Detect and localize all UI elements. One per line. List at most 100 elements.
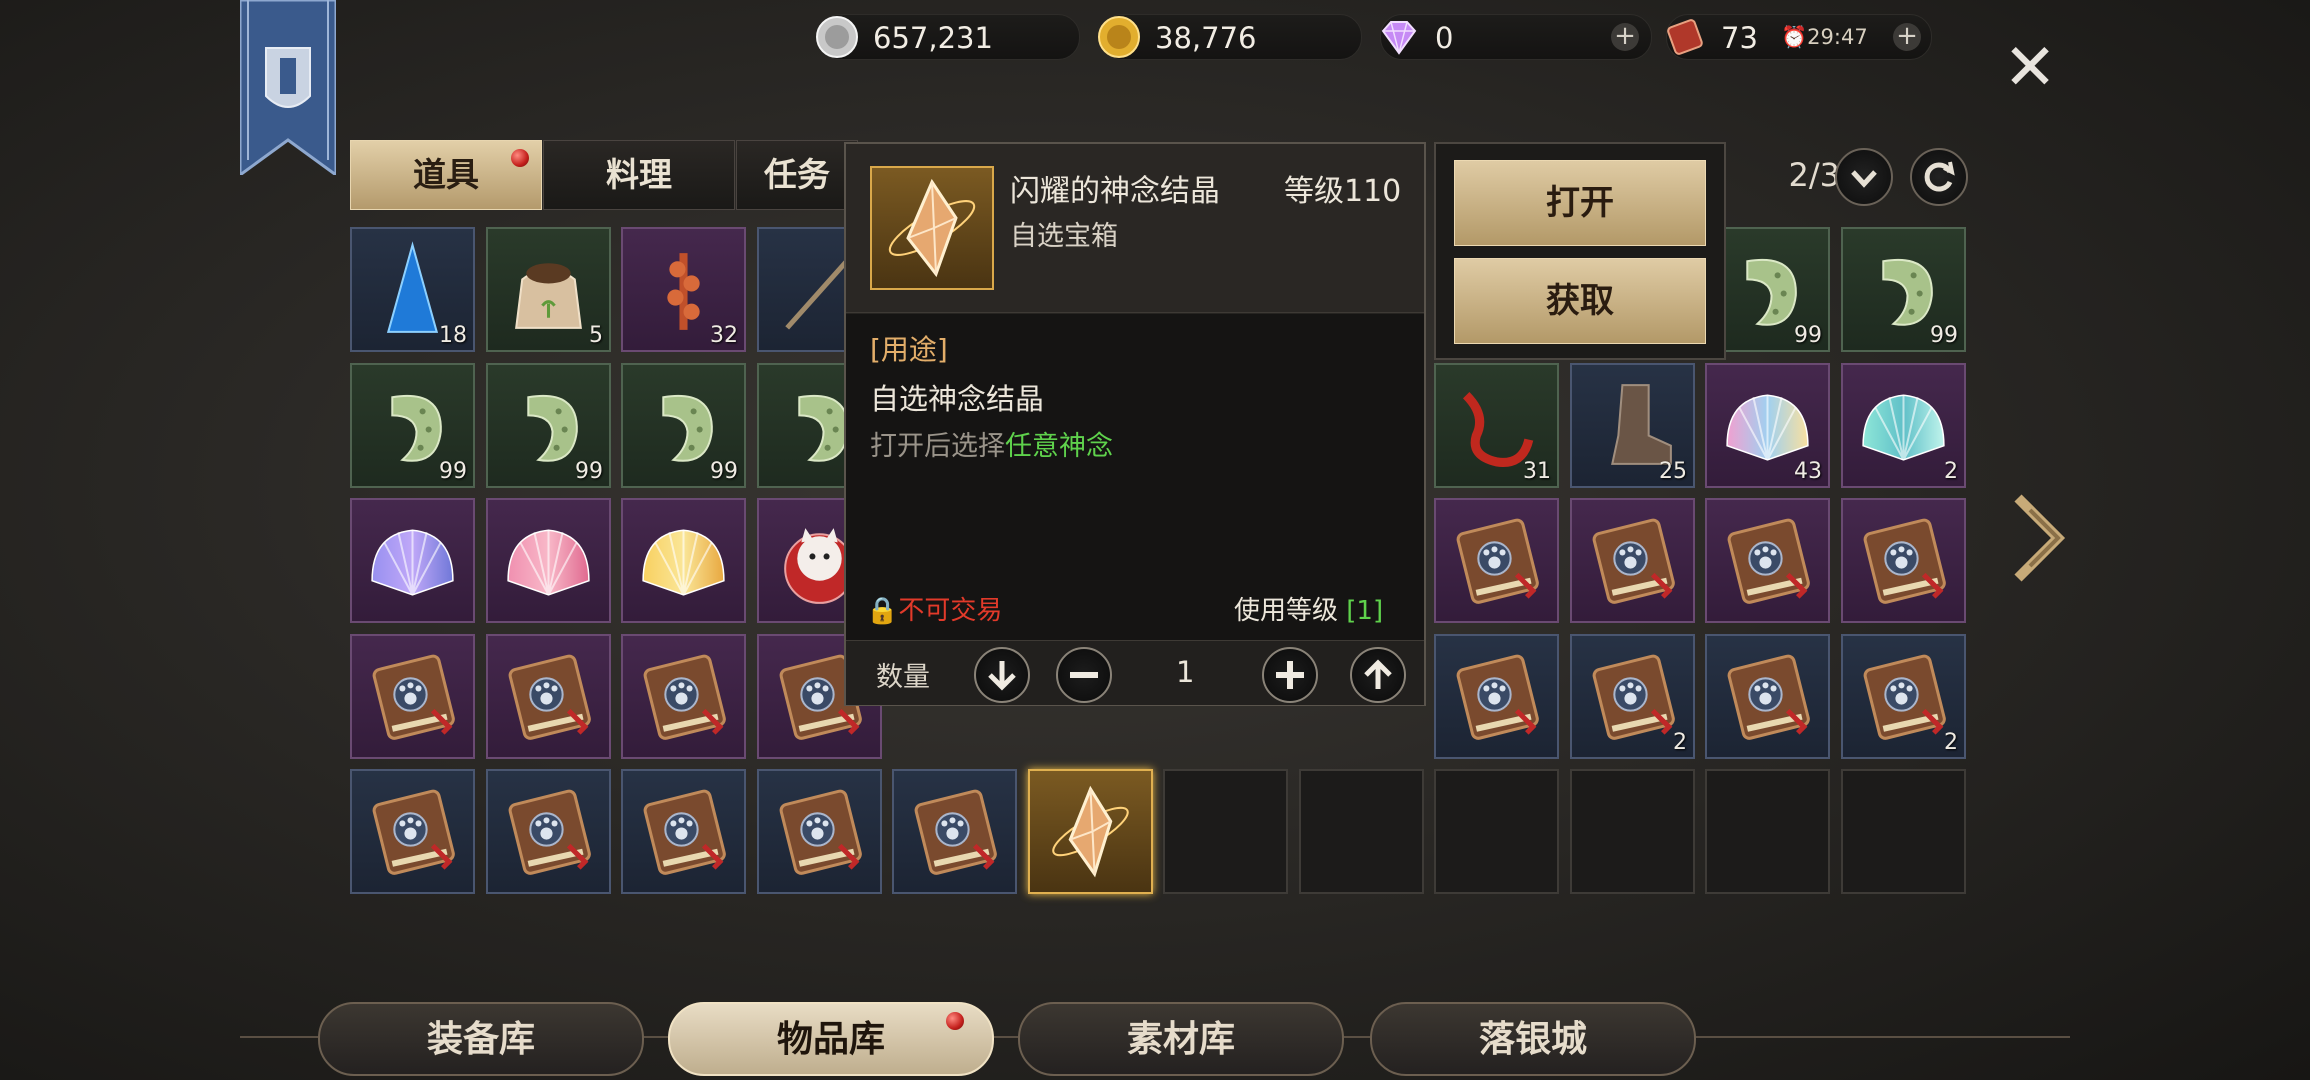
inventory-slot[interactable] [1434,498,1559,623]
inventory-slot[interactable]: 2 [1841,634,1966,759]
paw-book-icon [914,789,997,875]
add-stamina-button[interactable]: + [1893,23,1921,51]
paw-book-icon [1456,518,1539,604]
inventory-slot[interactable] [757,769,882,894]
increase-quantity-button[interactable] [1262,647,1318,703]
tab-quest[interactable]: 任务 [736,140,858,210]
diamond-currency: 0 + [1380,14,1652,60]
usage-description: 打开后选择任意神念 [870,424,1113,463]
inventory-slot[interactable]: 2 [1570,634,1695,759]
seed-bag-icon [515,263,582,329]
tab-material-storage[interactable]: 素材库 [1018,1002,1344,1076]
obtain-button[interactable]: 获取 [1454,258,1706,344]
inventory-slot[interactable]: 32 [621,227,746,352]
inventory-slot[interactable] [1570,498,1695,623]
item-detail-popup: 闪耀的神念结晶 等级110 自选宝箱 [用途] 自选神念结晶 打开后选择任意神念… [844,142,1426,706]
min-quantity-button[interactable] [974,647,1030,703]
empty-slot [1434,769,1559,894]
usage-title: [用途] [870,333,948,366]
inventory-slot[interactable] [1841,498,1966,623]
inventory-slot[interactable] [621,498,746,623]
tab-items-label: 道具 [413,155,479,194]
notification-badge [511,149,529,167]
close-icon[interactable]: ✕ [2000,36,2060,100]
inventory-slot[interactable]: 99 [350,363,475,488]
stamina-scroll-icon [1667,19,1703,55]
item-count: 2 [1673,730,1687,755]
inventory-slot[interactable] [1705,634,1830,759]
minus-icon [1070,672,1098,678]
item-count: 99 [710,459,738,484]
golden-shell-icon [642,529,725,596]
paw-book-icon [1592,654,1675,740]
inventory-slot[interactable] [1705,498,1830,623]
item-count: 25 [1659,459,1687,484]
inventory-slot[interactable] [486,769,611,894]
inventory-slot-selected[interactable] [1028,769,1153,894]
inventory-slot[interactable]: 99 [486,363,611,488]
silver-currency: 657,231 [816,14,1080,60]
next-page-arrow-icon[interactable] [2008,488,2068,588]
add-diamond-button[interactable]: + [1611,23,1639,51]
decrease-quantity-button[interactable] [1056,647,1112,703]
inventory-slot[interactable]: 5 [486,227,611,352]
use-level-value: [1] [1346,596,1384,626]
inventory-slot[interactable]: 2 [1841,363,1966,488]
inventory-slot[interactable]: 18 [350,227,475,352]
inventory-slot[interactable] [1434,634,1559,759]
tab-item-storage[interactable]: 物品库 [668,1002,994,1076]
item-count: 32 [710,323,738,348]
violet-shell-icon [371,529,454,596]
quantity-value[interactable]: 1 [1176,655,1194,689]
gold-amount: 38,776 [1155,21,1257,55]
usage-name: 自选神念结晶 [870,382,1045,416]
item-count: 99 [1930,323,1958,348]
paw-book-icon [1456,654,1539,740]
inventory-slot[interactable] [621,634,746,759]
max-quantity-button[interactable] [1350,647,1406,703]
page-indicator: 2/3 [1788,156,1841,194]
inventory-slot[interactable] [486,498,611,623]
paw-book-icon [372,654,455,740]
inventory-slot[interactable] [350,634,475,759]
open-button[interactable]: 打开 [1454,160,1706,246]
empty-slot [1705,769,1830,894]
inventory-slot[interactable] [350,498,475,623]
item-count: 2 [1944,459,1958,484]
inventory-slot[interactable]: 99 [621,363,746,488]
item-count: 99 [1794,323,1822,348]
inventory-slot[interactable]: 99 [1841,227,1966,352]
tab-luoyin-city[interactable]: 落银城 [1370,1002,1696,1076]
empty-slot [1163,769,1288,894]
inventory-slot[interactable] [486,634,611,759]
quantity-stepper: 数量 1 [846,640,1424,705]
tab-item-storage-label: 物品库 [776,1018,885,1060]
inventory-slot[interactable] [892,769,1017,894]
item-count: 18 [439,323,467,348]
action-panel: 打开 获取 [1434,142,1726,360]
item-count: 43 [1794,459,1822,484]
refresh-button[interactable] [1910,148,1968,206]
usage-desc-prefix: 打开后选择 [870,431,1005,462]
paw-book-icon [1863,518,1946,604]
gold-coin-icon [1098,16,1140,58]
inventory-slot[interactable]: 31 [1434,363,1559,488]
silver-coin-icon [816,16,858,58]
tab-cooking[interactable]: 料理 [543,140,735,210]
use-level: 使用等级 [1] [1234,590,1383,627]
inventory-slot[interactable] [621,769,746,894]
diamond-icon [1381,21,1417,55]
guild-banner-icon[interactable] [240,0,336,175]
popup-body: [用途] 自选神念结晶 打开后选择任意神念 🔒不可交易 使用等级 [1] [846,314,1424,640]
inventory-slot[interactable] [350,769,475,894]
inventory-slot[interactable]: 25 [1570,363,1695,488]
crystal-shard-icon [870,166,994,290]
paw-book-icon [1863,654,1946,740]
stamina-timer-value: 29:47 [1807,25,1868,49]
page-dropdown-button[interactable] [1835,148,1893,206]
paw-book-icon [1727,654,1810,740]
tab-items[interactable]: 道具 [350,140,542,210]
refresh-icon [1924,161,1955,192]
inventory-slot[interactable]: 43 [1705,363,1830,488]
tab-equipment-storage[interactable]: 装备库 [318,1002,644,1076]
